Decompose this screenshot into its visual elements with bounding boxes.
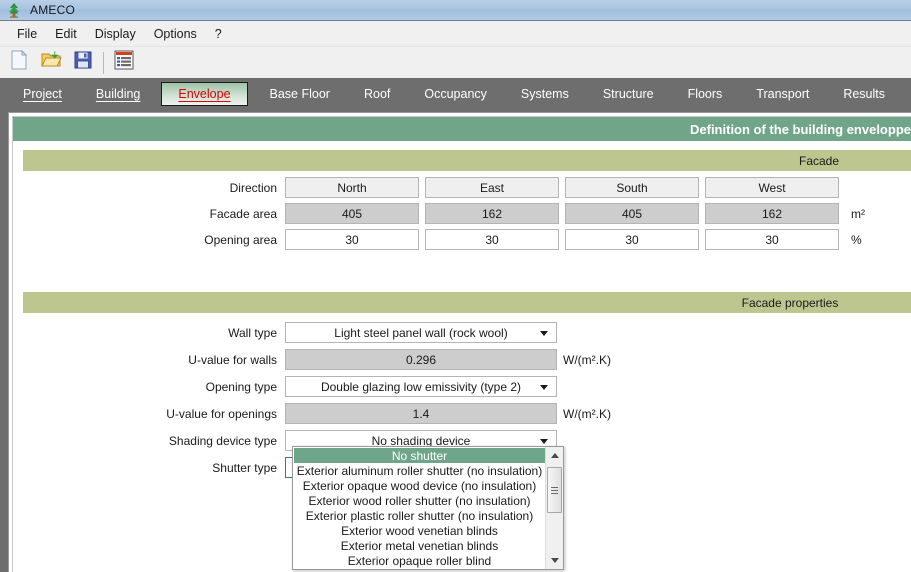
facade-area-south: 405 [565, 203, 699, 224]
facade-row-direction: Direction North East South West [13, 177, 911, 198]
save-button[interactable] [68, 49, 98, 77]
list-item[interactable]: Exterior opaque wood device (no insulati… [294, 478, 545, 493]
list-item[interactable]: Exterior wood venetian blinds [294, 523, 545, 538]
list-item[interactable]: Exterior wood roller shutter (no insulat… [294, 493, 545, 508]
tab-building[interactable]: Building [83, 82, 153, 106]
direction-west: West [705, 177, 839, 198]
chevron-down-icon [540, 438, 548, 444]
open-folder-button[interactable] [36, 49, 66, 77]
menu-options[interactable]: Options [145, 24, 206, 44]
tab-roof[interactable]: Roof [351, 82, 403, 106]
row-u-value-walls: U-value for walls 0.296 W/(m².K) [13, 349, 911, 370]
report-list-icon [113, 49, 135, 76]
toolbar-separator [103, 51, 104, 74]
section-band-facade-properties-label: Facade properties [741, 295, 839, 310]
shutter-type-label: Shutter type [212, 460, 277, 475]
direction-east: East [425, 177, 559, 198]
opening-area-west[interactable]: 30 [705, 229, 839, 250]
tab-occupancy[interactable]: Occupancy [411, 82, 500, 106]
new-document-button[interactable] [4, 49, 34, 77]
facade-area-west: 162 [705, 203, 839, 224]
list-item[interactable]: Exterior plastic roller shutter (no insu… [294, 508, 545, 523]
chevron-down-icon [540, 330, 548, 336]
facade-row-direction-label: Direction [229, 180, 277, 195]
menu-file[interactable]: File [8, 24, 46, 44]
tab-envelope[interactable]: Envelope [161, 82, 248, 106]
tab-structure[interactable]: Structure [590, 82, 667, 106]
title-bar: AMECO [0, 0, 911, 21]
scrollbar-thumb[interactable] [547, 467, 562, 513]
facade-grid: Direction North East South West Facade a… [13, 177, 911, 255]
u-value-openings-value: 1.4 [285, 403, 557, 424]
facade-row-opening-area-label: Opening area [204, 232, 277, 247]
facade-area-east: 162 [425, 203, 559, 224]
tab-results[interactable]: Results [830, 82, 898, 106]
facade-area-unit: m² [851, 206, 865, 221]
menu-display[interactable]: Display [86, 24, 145, 44]
opening-type-value: Double glazing low emissivity (type 2) [320, 379, 522, 394]
opening-area-south[interactable]: 30 [565, 229, 699, 250]
list-item[interactable]: Exterior metal venetian blinds [294, 538, 545, 553]
chevron-down-icon [550, 558, 559, 563]
u-value-walls-value: 0.296 [285, 349, 557, 370]
opening-area-north[interactable]: 30 [285, 229, 419, 250]
list-item[interactable]: No shutter [294, 448, 545, 463]
menu-help[interactable]: ? [206, 24, 231, 44]
open-folder-icon [40, 49, 62, 76]
scroll-up-button[interactable] [546, 447, 563, 464]
opening-type-label: Opening type [205, 379, 277, 394]
direction-north: North [285, 177, 419, 198]
facade-row-facade-area-label: Facade area [209, 206, 277, 221]
facade-area-north: 405 [285, 203, 419, 224]
tab-strip: Project Building Envelope Base Floor Roo… [0, 78, 911, 110]
u-value-openings-unit: W/(m².K) [563, 406, 611, 421]
wall-type-select[interactable]: Light steel panel wall (rock wool) [285, 322, 557, 343]
list-item[interactable]: Exterior aluminum roller shutter (no ins… [294, 463, 545, 478]
u-value-walls-label: U-value for walls [188, 352, 277, 367]
section-band-facade: Facade [23, 150, 911, 171]
wall-type-label: Wall type [228, 325, 277, 340]
scroll-down-button[interactable] [546, 552, 563, 569]
shutter-type-dropdown-list: No shutter Exterior aluminum roller shut… [292, 446, 564, 570]
u-value-walls-unit: W/(m².K) [563, 352, 611, 367]
tab-systems[interactable]: Systems [508, 82, 582, 106]
facade-row-facade-area: Facade area 405 162 405 162 m² [13, 203, 911, 224]
list-item[interactable]: Exterior opaque roller blind [294, 553, 545, 568]
opening-area-east[interactable]: 30 [425, 229, 559, 250]
window-title: AMECO [30, 3, 76, 17]
grip-icon [551, 485, 558, 496]
facade-row-opening-area: Opening area 30 30 30 30 % [13, 229, 911, 250]
tab-project[interactable]: Project [10, 82, 75, 106]
panel-header-title: Definition of the building enveloppe [690, 121, 911, 137]
chevron-up-icon [550, 453, 559, 458]
direction-south: South [565, 177, 699, 198]
section-band-facade-label: Facade [798, 153, 840, 168]
wall-type-value: Light steel panel wall (rock wool) [334, 325, 508, 340]
row-wall-type: Wall type Light steel panel wall (rock w… [13, 322, 911, 343]
tab-transport[interactable]: Transport [743, 82, 822, 106]
row-u-value-openings: U-value for openings 1.4 W/(m².K) [13, 403, 911, 424]
shutter-type-option-list: No shutter Exterior aluminum roller shut… [293, 447, 545, 569]
new-document-icon [8, 49, 30, 76]
opening-area-unit: % [851, 232, 862, 247]
application-window: AMECO File Edit Display Options ? Projec… [0, 0, 911, 572]
toolbar [0, 47, 911, 78]
tree-icon [6, 2, 22, 18]
menu-edit[interactable]: Edit [46, 24, 86, 44]
menu-bar: File Edit Display Options ? [0, 21, 911, 47]
save-floppy-icon [72, 49, 94, 76]
chevron-down-icon [540, 384, 548, 390]
u-value-openings-label: U-value for openings [166, 406, 277, 421]
opening-type-select[interactable]: Double glazing low emissivity (type 2) [285, 376, 557, 397]
section-band-facade-properties: Facade properties [23, 292, 911, 313]
panel-header: Definition of the building enveloppe [13, 117, 911, 141]
dropdown-scrollbar[interactable] [545, 447, 563, 569]
shading-device-type-label: Shading device type [168, 433, 277, 448]
row-opening-type: Opening type Double glazing low emissivi… [13, 376, 911, 397]
report-button[interactable] [109, 49, 139, 77]
tab-base-floor[interactable]: Base Floor [257, 82, 343, 106]
tab-floors[interactable]: Floors [675, 82, 736, 106]
